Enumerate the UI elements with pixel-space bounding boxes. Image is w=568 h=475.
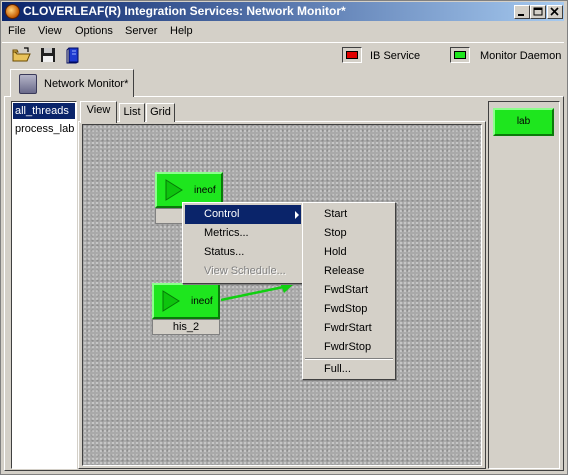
submenu-item-fwdstop[interactable]: FwdStop	[305, 300, 393, 319]
menu-item-status-label: Status...	[204, 246, 245, 258]
menu-view[interactable]: View	[38, 25, 62, 37]
book-button[interactable]	[64, 45, 86, 65]
context-menu: Control Metrics... Status... View Schedu…	[182, 202, 304, 284]
menu-item-view-schedule: View Schedule...	[185, 262, 301, 281]
submenu-item-fwdstop-label: FwdStop	[324, 303, 368, 315]
title-bar[interactable]: CLOVERLEAF(R) Integration Services: Netw…	[2, 2, 564, 21]
minimize-icon	[518, 14, 524, 16]
submenu-item-fwdrstart-label: FwdrStart	[324, 322, 372, 334]
submenu-item-full-label: Full...	[324, 363, 351, 375]
submenu-item-hold[interactable]: Hold	[305, 243, 393, 262]
ib-service-led	[346, 51, 358, 59]
submenu-item-start[interactable]: Start	[305, 205, 393, 224]
save-button[interactable]	[38, 45, 60, 65]
thread-node-label: ineof	[191, 296, 213, 307]
maximize-icon	[533, 7, 543, 16]
submenu-item-fwdstart-label: FwdStart	[324, 284, 369, 296]
submenu-arrow-icon	[295, 211, 299, 219]
play-icon	[165, 179, 183, 201]
submenu-item-fwdrstop-label: FwdrStop	[324, 341, 372, 353]
network-monitor-icon	[19, 74, 37, 94]
window-title: CLOVERLEAF(R) Integration Services: Netw…	[23, 4, 346, 18]
menu-file[interactable]: File	[8, 25, 26, 37]
submenu-item-fwdrstart[interactable]: FwdrStart	[305, 319, 393, 338]
toolbar: IB Service Monitor Daemon	[2, 42, 564, 68]
submenu-item-stop[interactable]: Stop	[305, 224, 393, 243]
submenu-item-hold-label: Hold	[324, 246, 347, 258]
open-folder-icon	[12, 47, 31, 62]
tab-grid[interactable]: Grid	[146, 103, 175, 122]
open-button[interactable]	[10, 45, 32, 65]
process-lab-button[interactable]: lab	[493, 108, 554, 136]
menu-item-metrics-label: Metrics...	[204, 227, 249, 239]
thread-item-all-threads[interactable]: all_threads	[13, 103, 75, 119]
tab-list[interactable]: List	[119, 103, 145, 122]
submenu-item-release[interactable]: Release	[305, 262, 393, 281]
monitor-daemon-label: Monitor Daemon	[480, 50, 562, 62]
submenu-item-fwdstart[interactable]: FwdStart	[305, 281, 393, 300]
thread-list[interactable]: all_threads process_lab	[11, 101, 77, 469]
thread-node-name: his_2	[152, 319, 220, 335]
save-icon	[41, 48, 55, 62]
close-icon	[550, 7, 559, 16]
book-icon	[66, 47, 79, 64]
thread-node-status[interactable]: ineof	[152, 283, 220, 319]
menu-item-control-label: Control	[204, 208, 240, 220]
ib-service-indicator	[342, 47, 362, 63]
maximize-button[interactable]	[530, 5, 546, 19]
close-button[interactable]	[547, 5, 563, 19]
monitor-daemon-indicator	[450, 47, 470, 63]
monitor-daemon-led	[454, 51, 466, 59]
tab-network-monitor-label: Network Monitor*	[44, 78, 129, 90]
submenu-item-start-label: Start	[324, 208, 348, 220]
ib-service-label: IB Service	[370, 50, 421, 62]
menu-item-control[interactable]: Control	[185, 205, 301, 224]
process-panel	[488, 101, 560, 469]
control-submenu: Start Stop Hold Release FwdStart FwdStop…	[302, 202, 396, 380]
tab-network-monitor[interactable]: Network Monitor*	[10, 69, 134, 97]
thread-node-label: ineof	[194, 185, 216, 196]
submenu-item-full[interactable]: Full...	[305, 360, 393, 379]
thread-node-his-2[interactable]: ineof his_2	[152, 283, 220, 335]
play-icon	[162, 290, 180, 312]
submenu-item-release-label: Release	[324, 265, 365, 277]
tab-view[interactable]: View	[80, 101, 117, 123]
thread-item-process-lab[interactable]: process_lab	[13, 121, 75, 137]
menu-bar: File View Options Server Help	[2, 23, 564, 41]
submenu-item-fwdrstop[interactable]: FwdrStop	[305, 338, 393, 357]
cloverleaf-app-icon[interactable]	[5, 4, 20, 19]
menu-server[interactable]: Server	[125, 25, 157, 37]
minimize-button[interactable]	[514, 5, 530, 19]
menu-item-status[interactable]: Status...	[185, 243, 301, 262]
menu-options[interactable]: Options	[75, 25, 113, 37]
submenu-item-stop-label: Stop	[324, 227, 347, 239]
menu-item-view-schedule-label: View Schedule...	[204, 265, 286, 277]
menu-help[interactable]: Help	[170, 25, 193, 37]
menu-item-metrics[interactable]: Metrics...	[185, 224, 301, 243]
